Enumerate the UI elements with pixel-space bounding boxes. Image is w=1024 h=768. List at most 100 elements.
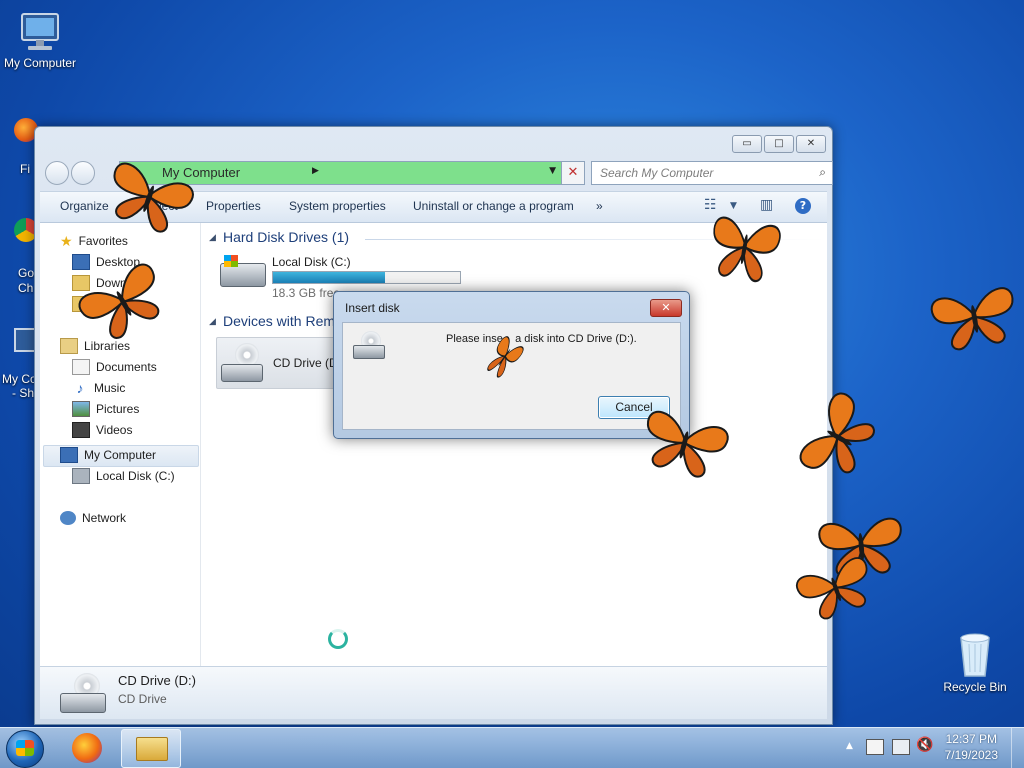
nav-item-local-disk[interactable]: Local Disk (C:) bbox=[72, 466, 175, 486]
group-collapse-icon[interactable]: ◢ bbox=[209, 233, 216, 243]
network-tray-icon[interactable] bbox=[892, 739, 910, 755]
clock-date: 7/19/2023 bbox=[944, 748, 998, 762]
desktop-partial-label: Go bbox=[18, 266, 35, 280]
nav-item-label: Local Disk (C:) bbox=[96, 469, 175, 483]
cancel-button[interactable]: Cancel bbox=[598, 396, 670, 419]
desktop-partial-label: My Co bbox=[2, 372, 37, 386]
group-collapse-icon[interactable]: ◢ bbox=[209, 317, 216, 327]
show-hidden-icons-icon[interactable]: ▲ bbox=[846, 741, 853, 751]
nav-item-label: Pictures bbox=[96, 402, 140, 416]
dialog-close-button[interactable]: ✕ bbox=[650, 299, 682, 317]
nav-item-label: Documents bbox=[96, 360, 157, 374]
explorer-taskbar-button[interactable] bbox=[121, 729, 181, 768]
libraries-icon bbox=[60, 338, 78, 354]
desktop-folder-icon bbox=[72, 254, 90, 270]
start-button[interactable] bbox=[6, 730, 44, 768]
more-commands-button[interactable]: » bbox=[596, 199, 603, 213]
navigation-bar: My Computer ▶ ▼ ✕ Search My Computer ⌕ bbox=[43, 159, 833, 187]
documents-icon bbox=[72, 359, 90, 375]
group-header-removable[interactable]: Devices with Rem bbox=[223, 313, 335, 329]
drive-name: Local Disk (C:) bbox=[272, 255, 351, 269]
back-button[interactable] bbox=[45, 161, 69, 185]
nav-item-favorites[interactable]: ★ Favorites bbox=[60, 231, 128, 251]
search-placeholder: Search My Computer bbox=[600, 166, 714, 180]
desktop-icon-label: Recycle Bin bbox=[943, 680, 1007, 694]
close-button[interactable]: ✕ bbox=[796, 135, 826, 153]
view-dropdown-icon[interactable]: ▼ bbox=[730, 201, 737, 211]
local-disk-icon bbox=[72, 468, 90, 484]
volume-muted-icon[interactable]: 🔇 bbox=[916, 737, 933, 753]
nav-item-label: Downlo bbox=[96, 276, 137, 290]
action-center-icon[interactable] bbox=[866, 739, 884, 755]
clock[interactable]: 12:37 PM 7/19/2023 bbox=[945, 731, 998, 763]
computer-icon bbox=[60, 447, 78, 463]
cd-drive-icon bbox=[353, 345, 385, 359]
drive-usage-fill bbox=[273, 272, 386, 283]
desktop-partial-label: Fi bbox=[20, 162, 30, 176]
firefox-taskbar-icon[interactable] bbox=[72, 733, 102, 763]
view-options-icon[interactable]: ☷ bbox=[704, 197, 717, 213]
nav-item-label: My Computer bbox=[84, 448, 157, 462]
videos-icon bbox=[72, 422, 90, 438]
maximize-button[interactable]: □ bbox=[764, 135, 794, 153]
drive-usage-bar bbox=[272, 271, 461, 284]
recent-places-icon bbox=[72, 296, 90, 312]
nav-item-label: Network bbox=[82, 511, 127, 525]
cd-drive-icon bbox=[221, 364, 263, 382]
taskbar: ▲ 🔇 12:37 PM 7/19/2023 bbox=[0, 727, 1024, 768]
cd-drive-icon bbox=[60, 693, 106, 713]
windows-logo-icon bbox=[16, 740, 34, 756]
star-icon: ★ bbox=[60, 232, 73, 249]
nav-item-my-computer[interactable]: My Computer bbox=[60, 445, 156, 465]
nav-item-videos[interactable]: Videos bbox=[72, 420, 132, 440]
search-box[interactable]: Search My Computer ⌕ bbox=[591, 161, 833, 185]
properties-button[interactable]: Properties bbox=[206, 199, 261, 213]
nav-item-libraries[interactable]: Libraries bbox=[60, 336, 130, 356]
nav-item-pictures[interactable]: Pictures bbox=[72, 399, 139, 419]
pictures-icon bbox=[72, 401, 90, 417]
folder-icon bbox=[136, 737, 168, 761]
organize-button[interactable]: Organize bbox=[60, 199, 109, 213]
network-icon bbox=[60, 511, 76, 525]
dialog-body: Please inse a disk into CD Drive (D:). C… bbox=[342, 322, 681, 430]
search-icon[interactable]: ⌕ bbox=[819, 165, 826, 180]
navigation-pane: ★ Favorites Desktop Downlo Recent Librar… bbox=[40, 223, 201, 666]
system-properties-button[interactable]: System properties bbox=[289, 199, 386, 213]
nav-item-desktop[interactable]: Desktop bbox=[72, 252, 140, 272]
preview-pane-icon[interactable]: ▥ bbox=[760, 197, 773, 213]
nav-item-downloads[interactable]: Downlo bbox=[72, 273, 136, 293]
stop-icon[interactable]: ✕ bbox=[561, 162, 584, 184]
butterfly-decoration bbox=[929, 285, 1021, 354]
nav-item-label: Desktop bbox=[96, 255, 141, 269]
show-desktop-button[interactable] bbox=[1011, 728, 1024, 768]
nav-item-documents[interactable]: Documents bbox=[72, 357, 157, 377]
nav-item-network[interactable]: Network bbox=[60, 508, 126, 528]
breadcrumb-arrow-icon[interactable]: ▶ bbox=[312, 166, 319, 176]
group-header-hard-disks[interactable]: Hard Disk Drives (1) bbox=[223, 229, 349, 245]
clock-time: 12:37 PM bbox=[945, 732, 997, 746]
computer-icon bbox=[21, 13, 59, 50]
dialog-message: Please inse a disk into CD Drive (D:). bbox=[446, 333, 637, 345]
details-name: CD Drive (D:) bbox=[118, 673, 196, 688]
address-path: My Computer bbox=[162, 165, 241, 180]
help-icon[interactable]: ? bbox=[795, 198, 811, 214]
nav-item-recent[interactable]: Recent bbox=[72, 294, 134, 314]
drive-free-space: 18.3 GB free bbox=[272, 286, 341, 300]
nav-item-label: Favorites bbox=[78, 234, 128, 248]
uninstall-program-button[interactable]: Uninstall or change a program bbox=[413, 199, 574, 213]
forward-button[interactable] bbox=[71, 161, 95, 185]
address-bar[interactable]: My Computer ▶ ▼ ✕ bbox=[119, 161, 585, 185]
nav-item-label: Recent bbox=[96, 297, 135, 311]
desktop-icon-recycle-bin[interactable]: Recycle Bin bbox=[935, 630, 1015, 694]
desktop-icon-my-computer[interactable]: My Computer bbox=[0, 10, 80, 70]
eject-button[interactable]: Eject bbox=[151, 199, 178, 213]
minimize-button[interactable]: ▭ bbox=[732, 135, 762, 153]
address-dropdown-icon[interactable]: ▼ bbox=[549, 166, 556, 176]
nav-item-music[interactable]: ♪ Music bbox=[72, 378, 126, 398]
drive-item-cd[interactable]: CD Drive (D bbox=[216, 337, 340, 389]
busy-cursor-icon bbox=[328, 629, 348, 649]
group-divider bbox=[365, 239, 825, 240]
desktop-partial-label: Ch bbox=[18, 281, 34, 295]
windows-logo-icon bbox=[224, 255, 238, 267]
music-icon: ♪ bbox=[76, 380, 84, 396]
